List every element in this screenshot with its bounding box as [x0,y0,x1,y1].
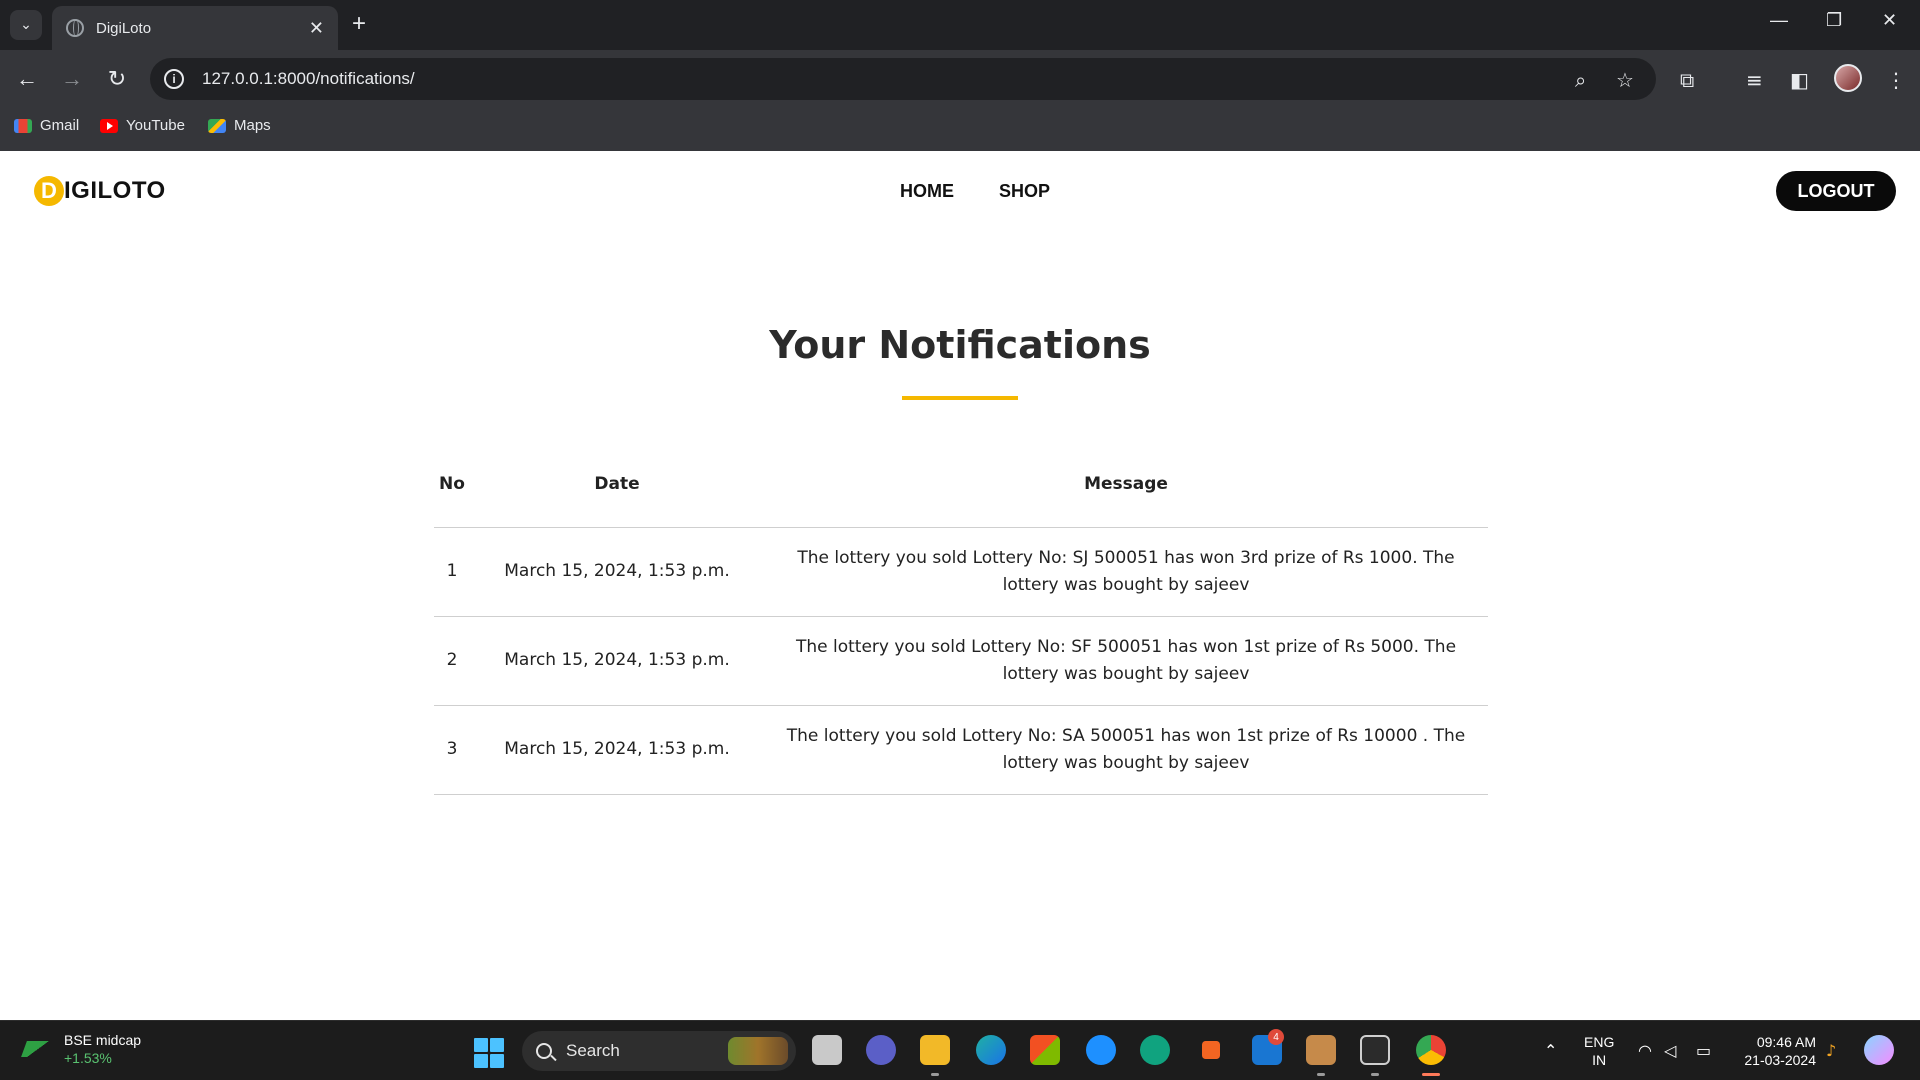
browser-tab[interactable]: DigiLoto ✕ [52,6,338,50]
region-label: IN [1592,1052,1607,1068]
table-row: 1 March 15, 2024, 1:53 p.m. The lottery … [434,527,1488,617]
battery-icon[interactable]: ▭ [1696,1041,1711,1060]
logout-button[interactable]: LOGOUT [1776,171,1896,211]
terminal-icon[interactable] [1360,1035,1390,1065]
mail-badge: 4 [1268,1029,1284,1045]
title-underline [902,396,1018,400]
column-header-message: Message [764,441,1488,528]
browser-toolbar: ← → ↻ i 127.0.0.1:8000/notifications/ ⌕ … [0,50,1920,108]
active-indicator [1422,1073,1440,1076]
edge-icon[interactable] [976,1035,1006,1065]
column-header-date: Date [470,441,764,528]
office-icon[interactable] [1202,1041,1220,1059]
site-info-icon[interactable]: i [164,69,184,89]
search-highlight-image [728,1037,788,1065]
language-label: ENG [1584,1034,1615,1050]
youtube-icon [100,118,118,133]
table-row: 2 March 15, 2024, 1:53 p.m. The lottery … [434,616,1488,706]
search-icon [536,1043,552,1059]
page-title: Your Notifications [769,323,1151,367]
cell-date: March 15, 2024, 1:53 p.m. [470,705,764,795]
notifications-table: No Date Message 1 March 15, 2024, 1:53 p… [434,441,1488,795]
bookmark-label: Maps [234,117,271,134]
url-text[interactable]: 127.0.0.1:8000/notifications/ [202,69,415,89]
cell-no: 1 [434,527,470,617]
chevron-up-icon[interactable]: ⌃ [1544,1041,1557,1060]
main-nav: HOME SHOP [900,181,1050,202]
cell-message: The lottery you sold Lottery No: SF 5000… [764,616,1488,706]
running-indicator [1371,1073,1379,1076]
nav-home-link[interactable]: HOME [900,181,954,202]
minimize-button[interactable]: — [1770,10,1788,31]
back-button[interactable]: ← [10,62,44,96]
clock-time: 09:46 AM [1756,1034,1816,1050]
tab-search-button[interactable]: ⌄ [10,10,42,40]
bookmark-label: YouTube [126,117,185,134]
os-taskbar: BSE midcap +1.53% Search 4 ⌃ ENG IN ◠ ◁ … [0,1020,1920,1080]
stock-trend-icon [21,1041,55,1057]
browser-tab-strip: ⌄ DigiLoto ✕ + — ❐ ✕ [0,0,1920,50]
wifi-icon[interactable]: ◠ [1638,1041,1652,1060]
extensions-icon[interactable]: ⧉ [1680,68,1694,92]
file-explorer-icon[interactable] [920,1035,950,1065]
logo-text: IGILOTO [64,177,166,204]
nav-shop-link[interactable]: SHOP [999,181,1050,202]
gmail-icon [14,118,32,133]
stock-widget[interactable]: BSE midcap +1.53% [21,1031,142,1067]
search-label: Search [566,1041,620,1060]
chrome-icon[interactable] [1416,1035,1446,1065]
globe-icon [66,19,84,37]
cell-date: March 15, 2024, 1:53 p.m. [470,527,764,617]
clock[interactable]: 09:46 AM 21-03-2024 [1738,1033,1816,1069]
table-header-row: No Date Message [434,441,1488,528]
forward-button[interactable]: → [55,62,89,96]
bookmarks-bar: Gmail YouTube Maps [0,108,1920,151]
copilot-icon[interactable] [1864,1035,1894,1065]
profile-avatar[interactable] [1834,64,1862,92]
bookmark-gmail[interactable]: Gmail [14,117,79,134]
store-icon[interactable] [1030,1035,1060,1065]
cell-date: March 15, 2024, 1:53 p.m. [470,616,764,706]
volume-icon[interactable]: ◁ [1664,1041,1676,1060]
notification-bell-icon[interactable]: ♪ [1826,1041,1836,1060]
close-window-button[interactable]: ✕ [1882,10,1897,31]
column-header-no: No [434,441,470,528]
task-view-icon[interactable] [812,1035,842,1065]
running-indicator [931,1073,939,1076]
running-indicator [1317,1073,1325,1076]
page-content: D IGILOTO HOME SHOP LOGOUT Your Notifica… [0,151,1920,1020]
new-tab-button[interactable]: + [352,10,366,38]
restore-button[interactable]: ❐ [1826,10,1842,31]
tab-title: DigiLoto [96,19,152,37]
tab-close-icon[interactable]: ✕ [309,18,324,39]
start-button[interactable] [474,1038,504,1068]
side-panel-icon[interactable]: ◧ [1790,68,1809,92]
site-logo[interactable]: D IGILOTO [34,176,166,206]
clock-date: 21-03-2024 [1744,1052,1816,1068]
widget-title: BSE midcap [64,1032,142,1048]
table-row: 3 March 15, 2024, 1:53 p.m. The lottery … [434,705,1488,795]
bookmark-maps[interactable]: Maps [208,117,271,134]
cell-message: The lottery you sold Lottery No: SA 5000… [764,705,1488,795]
bookmark-star-icon[interactable]: ☆ [1616,68,1634,92]
language-indicator[interactable]: ENG IN [1584,1033,1614,1069]
zoom-icon[interactable]: ⌕ [1575,68,1586,92]
logo-badge: D [34,176,64,206]
cell-no: 2 [434,616,470,706]
bookmark-label: Gmail [40,117,80,134]
browser-menu-icon[interactable]: ⋮ [1886,68,1906,92]
bookmark-youtube[interactable]: YouTube [100,117,185,134]
widget-change: +1.53% [64,1050,112,1066]
package-icon[interactable] [1306,1035,1336,1065]
cell-no: 3 [434,705,470,795]
chatgpt-icon[interactable] [1140,1035,1170,1065]
taskbar-search[interactable]: Search [522,1031,796,1071]
meet-icon[interactable] [866,1035,896,1065]
maps-icon [208,118,226,133]
reload-button[interactable]: ↻ [100,62,134,96]
media-controls-icon[interactable]: ≡ [1746,68,1763,92]
help-icon[interactable] [1086,1035,1116,1065]
cell-message: The lottery you sold Lottery No: SJ 5000… [764,527,1488,617]
address-bar[interactable]: i 127.0.0.1:8000/notifications/ ⌕ ☆ [150,58,1656,100]
